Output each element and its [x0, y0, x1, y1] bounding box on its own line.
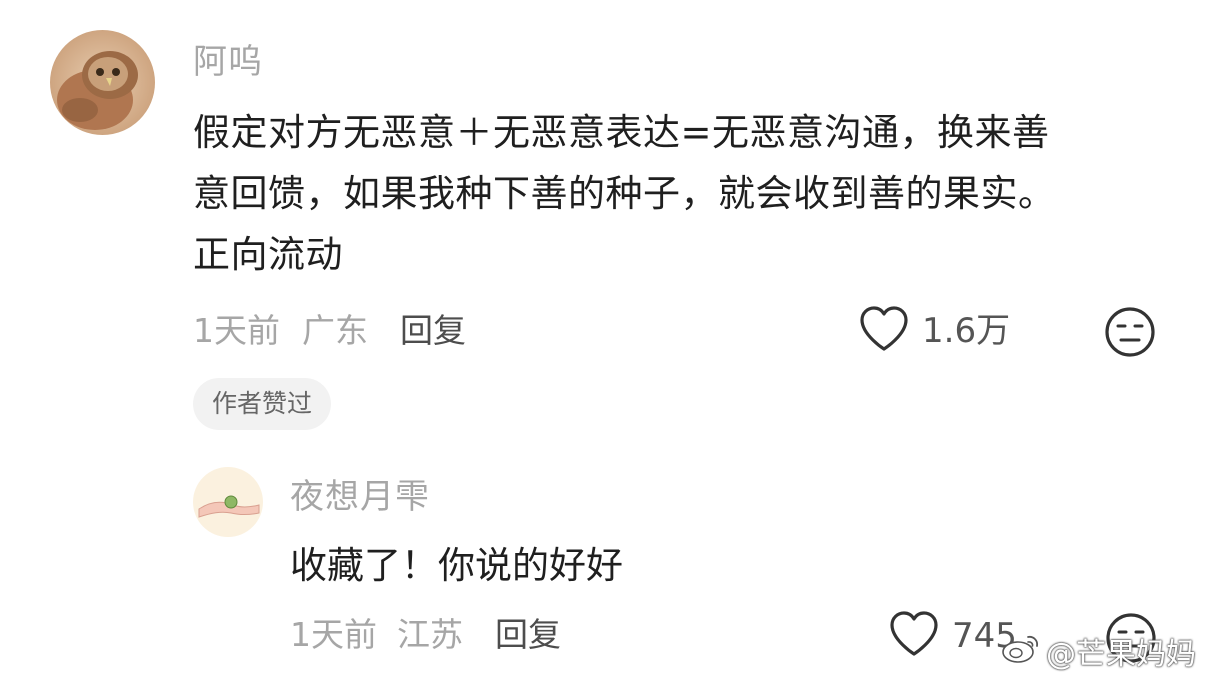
reply-time: 1天前 [290, 615, 377, 654]
reply-button[interactable]: 回复 [400, 308, 466, 354]
heart-icon [858, 305, 910, 357]
like-button[interactable]: 745 [888, 610, 1017, 662]
comment-thread: 阿呜 假定对方无恶意＋无恶意表达=无恶意沟通，换来善 意回馈，如果我种下善的种子… [0, 0, 1206, 683]
comment-line: 正向流动 [193, 233, 343, 276]
dislike-face-icon[interactable] [1104, 306, 1156, 362]
comment-body: 假定对方无恶意＋无恶意表达=无恶意沟通，换来善 意回馈，如果我种下善的种子，就会… [193, 102, 1153, 285]
comment-line: 意回馈，如果我种下善的种子，就会收到善的果实。 [193, 172, 1056, 215]
reply-username[interactable]: 夜想月雫 [290, 475, 430, 519]
watermark-text: @芒果妈妈 [1046, 637, 1196, 672]
comment-meta: 1天前 广东 回复 [193, 308, 466, 354]
comment-username[interactable]: 阿呜 [193, 40, 263, 84]
comment-location: 广东 [302, 311, 368, 350]
comment-time: 1天前 [193, 311, 280, 350]
reply-location: 江苏 [397, 615, 463, 654]
reply-button[interactable]: 回复 [495, 612, 561, 658]
owl-avatar-icon[interactable] [50, 30, 155, 135]
like-count: 1.6万 [922, 311, 1011, 351]
like-button[interactable]: 1.6万 [858, 305, 1010, 357]
reply-body: 收藏了！你说的好好 [290, 544, 623, 587]
weibo-logo-icon [1000, 631, 1042, 679]
reply-meta: 1天前 江苏 回复 [290, 612, 561, 658]
heart-icon [888, 610, 940, 662]
author-liked-badge: 作者赞过 [193, 378, 332, 430]
weibo-watermark: @芒果妈妈 [1000, 632, 1196, 678]
hand-holding-ball-avatar-icon[interactable] [193, 467, 263, 537]
comment-line: 假定对方无恶意＋无恶意表达=无恶意沟通，换来善 [193, 111, 1050, 154]
